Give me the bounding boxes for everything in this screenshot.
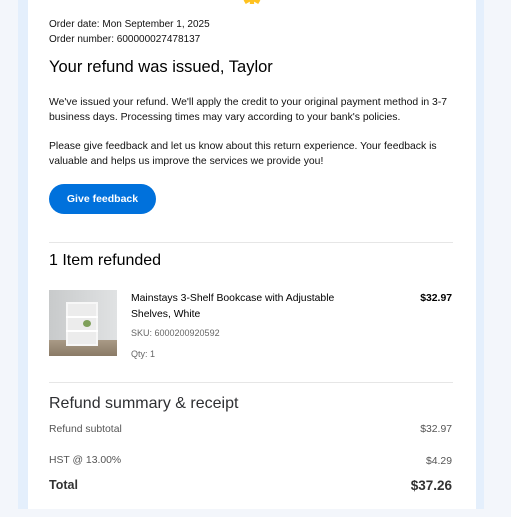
hst-label: HST @ 13.00%: [49, 455, 122, 466]
item-name[interactable]: Mainstays 3-Shelf Bookcase with Adjustab…: [131, 291, 361, 323]
email-card: ✱ Order date: Mon September 1, 2025 Orde…: [28, 0, 476, 509]
order-date: Order date: Mon September 1, 2025: [49, 19, 210, 30]
refund-subtotal-value: $32.97: [420, 424, 452, 435]
item-qty: Qty: 1: [131, 349, 156, 359]
item-sku: SKU: 6000200920592: [131, 328, 220, 338]
spark-icon: ✱: [243, 0, 261, 4]
order-number: Order number: 600000027478137: [49, 34, 201, 45]
page-title: Your refund was issued, Taylor: [49, 58, 273, 76]
image-shelf-board: [66, 330, 98, 332]
image-bookcase: [66, 302, 98, 346]
items-heading: 1 Item refunded: [49, 252, 162, 269]
summary-heading: Refund summary & receipt: [49, 395, 239, 412]
divider: [49, 382, 453, 383]
divider: [49, 242, 453, 243]
total-value: $37.26: [410, 478, 452, 493]
give-feedback-button[interactable]: Give feedback: [49, 184, 156, 214]
image-shelf-board: [66, 316, 98, 318]
hst-value: $4.29: [425, 456, 452, 467]
refund-message: We've issued your refund. We'll apply th…: [49, 97, 448, 123]
item-price: $32.97: [420, 293, 452, 304]
image-plant: [83, 320, 91, 327]
bookcase-product-image[interactable]: [49, 290, 117, 356]
walmart-logo: ✱: [28, 0, 476, 4]
feedback-message: Please give feedback and let us know abo…: [49, 141, 437, 167]
refund-subtotal-label: Refund subtotal: [49, 424, 122, 435]
total-label: Total: [49, 478, 78, 492]
